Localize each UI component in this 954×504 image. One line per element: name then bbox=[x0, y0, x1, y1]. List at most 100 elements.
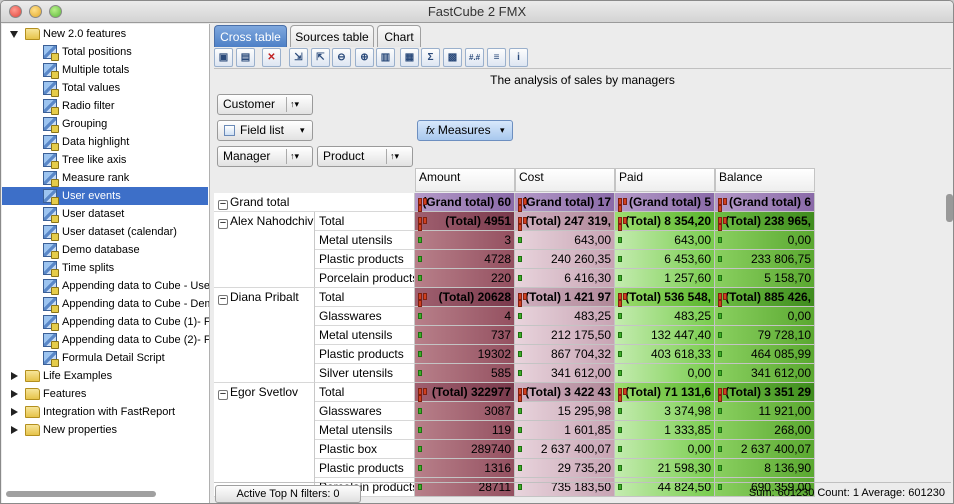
tab-sources-table[interactable]: Sources table bbox=[290, 25, 374, 47]
data-cell[interactable]: 19302 bbox=[415, 345, 515, 364]
open-icon[interactable]: ▤ bbox=[236, 48, 255, 67]
data-cell[interactable]: 403 618,33 bbox=[615, 345, 715, 364]
data-cell[interactable]: 5 158,70 bbox=[715, 269, 815, 288]
data-cell[interactable]: 15 295,98 bbox=[515, 402, 615, 421]
collapse-icon[interactable]: − bbox=[218, 389, 228, 400]
expand-arrow-icon[interactable] bbox=[11, 426, 18, 434]
tree-item[interactable]: Life Examples bbox=[2, 367, 208, 385]
tab-cross-table[interactable]: Cross table bbox=[214, 25, 287, 47]
data-cell[interactable]: 289740 bbox=[415, 440, 515, 459]
product-row-header[interactable]: Total bbox=[315, 288, 415, 307]
info-icon[interactable]: i bbox=[509, 48, 528, 67]
tree-item[interactable]: Grouping bbox=[2, 115, 208, 133]
chevron-down-icon[interactable]: ▾ bbox=[300, 121, 305, 140]
tree-item[interactable]: New 2.0 features bbox=[2, 25, 208, 43]
data-cell[interactable]: 8 136,90 bbox=[715, 459, 815, 478]
data-cell[interactable]: 132 447,40 bbox=[615, 326, 715, 345]
zoom-window-button[interactable] bbox=[49, 5, 62, 18]
tree-item[interactable]: Demo database bbox=[2, 241, 208, 259]
sort-icon[interactable]: ↑▾ bbox=[290, 147, 299, 166]
product-row-header[interactable]: Metal utensils bbox=[315, 326, 415, 345]
columns-icon[interactable]: ▥ bbox=[376, 48, 395, 67]
data-cell[interactable]: 0,00 bbox=[615, 364, 715, 383]
data-cell[interactable]: 3087 bbox=[415, 402, 515, 421]
tree-item[interactable]: Measure rank bbox=[2, 169, 208, 187]
product-row-header[interactable]: Glasswares bbox=[315, 402, 415, 421]
column-header-amount[interactable]: Amount bbox=[415, 168, 515, 192]
manager-row-header[interactable]: − Egor Svetlov bbox=[214, 383, 315, 497]
grid-icon[interactable]: ▦ bbox=[400, 48, 419, 67]
format-icon[interactable]: #.# bbox=[465, 48, 484, 67]
product-row-header[interactable]: Total bbox=[315, 383, 415, 402]
tree-item[interactable]: Appending data to Cube - Dem bbox=[2, 295, 209, 313]
tab-chart[interactable]: Chart bbox=[377, 25, 421, 47]
data-cell[interactable]: 0,00 bbox=[615, 440, 715, 459]
row-field-manager[interactable]: Manager ↑▾ bbox=[217, 146, 313, 167]
data-cell[interactable]: 21 598,30 bbox=[615, 459, 715, 478]
tree-item[interactable]: Multiple totals bbox=[2, 61, 208, 79]
data-cell[interactable]: 268,00 bbox=[715, 421, 815, 440]
manager-row-header[interactable]: − Alex Nahodchiv bbox=[214, 212, 315, 288]
demo-tree[interactable]: New 2.0 features Total positions Multiple … bbox=[2, 24, 210, 503]
column-header-cost[interactable]: Cost bbox=[515, 168, 615, 192]
tree-item[interactable]: Formula Detail Script bbox=[2, 349, 208, 367]
collapse-icon[interactable]: − bbox=[218, 218, 228, 229]
delete-icon[interactable]: ✕ bbox=[262, 48, 281, 67]
data-cell[interactable]: 483,25 bbox=[515, 307, 615, 326]
data-cell[interactable]: 2 637 400,07 bbox=[715, 440, 815, 459]
data-cell[interactable]: 233 806,75 bbox=[715, 250, 815, 269]
chevron-down-icon[interactable]: ▾ bbox=[500, 121, 505, 140]
manager-row-header[interactable]: − Diana Pribalt bbox=[214, 288, 315, 383]
data-cell[interactable]: 341 612,00 bbox=[515, 364, 615, 383]
product-row-header[interactable]: Plastic products bbox=[315, 459, 415, 478]
data-cell[interactable]: 643,00 bbox=[515, 231, 615, 250]
collapse-icon[interactable]: ⊖ bbox=[332, 48, 351, 67]
grand-total-row-header[interactable]: − Grand total bbox=[214, 193, 415, 212]
data-cell[interactable]: 2 637 400,07 bbox=[515, 440, 615, 459]
collapse-icon[interactable]: − bbox=[218, 199, 228, 210]
minimize-window-button[interactable] bbox=[29, 5, 42, 18]
data-cell[interactable]: 585 bbox=[415, 364, 515, 383]
tree-item[interactable]: Total positions bbox=[2, 43, 208, 61]
data-cell[interactable]: 0,00 bbox=[715, 231, 815, 250]
data-cell[interactable]: 240 260,35 bbox=[515, 250, 615, 269]
tree-item[interactable]: Total values bbox=[2, 79, 208, 97]
list-icon[interactable]: ≡ bbox=[487, 48, 506, 67]
save-icon[interactable]: ▣ bbox=[214, 48, 233, 67]
import-icon[interactable]: ⇱ bbox=[311, 48, 330, 67]
data-cell[interactable]: 4728 bbox=[415, 250, 515, 269]
product-row-header[interactable]: Metal utensils bbox=[315, 231, 415, 250]
tree-item[interactable]: Radio filter bbox=[2, 97, 208, 115]
data-cell[interactable]: 483,25 bbox=[615, 307, 715, 326]
sort-icon[interactable]: ↑▾ bbox=[290, 95, 299, 114]
expand-icon[interactable]: ⊕ bbox=[355, 48, 374, 67]
data-cell[interactable]: 212 175,50 bbox=[515, 326, 615, 345]
expand-arrow-icon[interactable] bbox=[11, 408, 18, 416]
product-row-header[interactable]: Metal utensils bbox=[315, 421, 415, 440]
tree-item[interactable]: Appending data to Cube (2)- F bbox=[2, 331, 209, 349]
product-row-header[interactable]: Glasswares bbox=[315, 307, 415, 326]
data-cell[interactable]: 3 bbox=[415, 231, 515, 250]
data-cell[interactable]: 0,00 bbox=[715, 307, 815, 326]
data-cell[interactable]: 4 bbox=[415, 307, 515, 326]
data-cell[interactable]: 341 612,00 bbox=[715, 364, 815, 383]
sum-icon[interactable]: Σ bbox=[421, 48, 440, 67]
measures-field[interactable]: fx Measures ▾ bbox=[417, 120, 513, 141]
data-cell[interactable]: 643,00 bbox=[615, 231, 715, 250]
grid-vertical-scrollbar[interactable] bbox=[946, 194, 953, 222]
tree-item[interactable]: Appending data to Cube - Use bbox=[2, 277, 209, 295]
tree-item[interactable]: User events bbox=[2, 187, 208, 205]
column-header-balance[interactable]: Balance bbox=[715, 168, 815, 192]
row-field-product[interactable]: Product ↑▾ bbox=[317, 146, 413, 167]
tree-horizontal-scrollbar[interactable] bbox=[6, 491, 156, 497]
highlight-icon[interactable]: ▩ bbox=[443, 48, 462, 67]
data-cell[interactable]: 867 704,32 bbox=[515, 345, 615, 364]
data-cell[interactable]: 1 333,85 bbox=[615, 421, 715, 440]
tree-item[interactable]: Data highlight bbox=[2, 133, 208, 151]
field-list-button[interactable]: Field list ▾ bbox=[217, 120, 313, 141]
product-row-header[interactable]: Plastic box bbox=[315, 440, 415, 459]
collapse-arrow-icon[interactable] bbox=[10, 31, 18, 38]
data-cell[interactable]: 6 453,60 bbox=[615, 250, 715, 269]
data-cell[interactable]: 79 728,10 bbox=[715, 326, 815, 345]
export-icon[interactable]: ⇲ bbox=[289, 48, 308, 67]
